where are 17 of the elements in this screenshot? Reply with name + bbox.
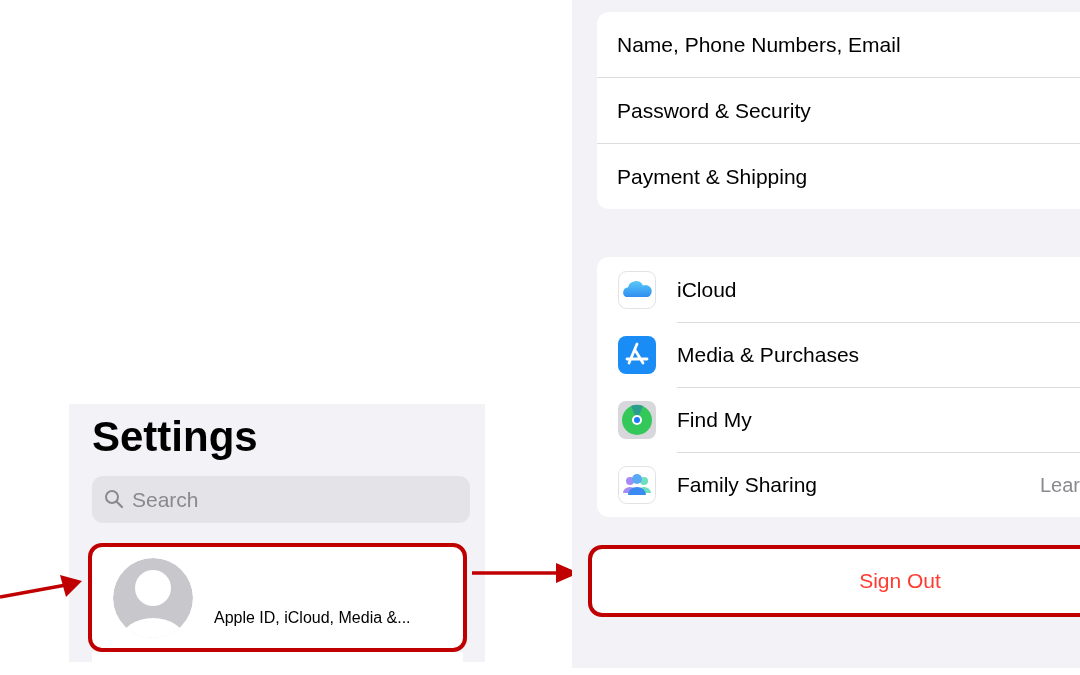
settings-title: Settings	[92, 412, 259, 462]
search-field[interactable]: Search	[92, 476, 470, 523]
profile-card[interactable]: Apple ID, iCloud, Media &...	[92, 545, 463, 650]
service-item[interactable]: iCloud	[677, 277, 737, 302]
profile-subtitle: Apple ID, iCloud, Media &...	[214, 608, 411, 627]
account-item[interactable]: Password & Security	[617, 98, 811, 123]
people-icon	[618, 465, 656, 504]
service-item[interactable]: Media & Purchases	[677, 343, 860, 367]
app-store-icon	[618, 335, 656, 374]
service-item[interactable]: Family Sharing	[677, 473, 818, 497]
account-item[interactable]: Name, Phone Numbers, Email	[617, 32, 901, 57]
radar-icon	[618, 400, 656, 439]
row-detail: Lear	[1039, 473, 1080, 497]
service-item[interactable]: Find My	[677, 408, 752, 432]
cloud-icon	[618, 270, 656, 309]
sign-out-button[interactable]: Sign Out	[592, 549, 1080, 613]
account-item[interactable]: Payment & Shipping	[617, 164, 808, 189]
